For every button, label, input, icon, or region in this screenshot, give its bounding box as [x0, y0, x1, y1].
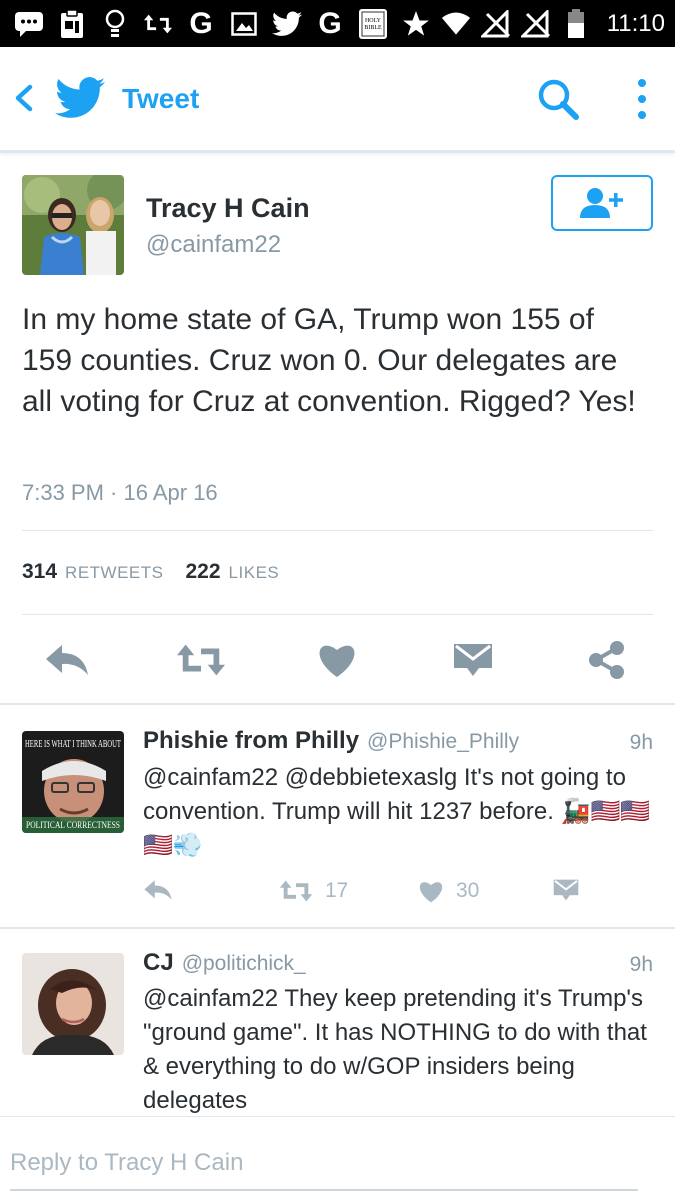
- retweet-icon: [176, 644, 226, 676]
- image-icon: [229, 9, 259, 39]
- twitter-logo-icon: [55, 77, 105, 119]
- likes-count[interactable]: 222: [186, 560, 221, 584]
- reply-author-name[interactable]: CJ: [143, 949, 174, 977]
- svg-text:HOLY: HOLY: [365, 18, 382, 24]
- message-icon: [14, 9, 44, 39]
- reply-avatar[interactable]: [22, 953, 124, 1055]
- like-button[interactable]: 30: [418, 879, 479, 903]
- reply-compose-bar: [0, 1116, 675, 1200]
- reply-header: Phishie from Philly @Phishie_Philly: [143, 727, 519, 755]
- tweet-stats: 314 RETWEETS 222 LIKES: [22, 560, 293, 584]
- author-handle[interactable]: @cainfam22: [146, 231, 281, 259]
- reply-icon: [144, 880, 172, 900]
- reply-age: 9h: [629, 953, 653, 976]
- overflow-menu-button[interactable]: [630, 77, 654, 121]
- no-signal-icon: [480, 9, 511, 39]
- tweet-timestamp: 7:33 PM · 16 Apr 16: [22, 480, 218, 505]
- input-underline: [10, 1189, 638, 1191]
- system-icons: 11:10: [441, 8, 665, 40]
- reply-text: @cainfam22 They keep pretending it's Tru…: [143, 985, 647, 1114]
- share-button[interactable]: [582, 635, 632, 685]
- retweets-label[interactable]: RETWEETS: [65, 563, 163, 583]
- more-vertical-icon: [638, 79, 646, 119]
- add-user-icon: [580, 188, 623, 218]
- share-icon: [589, 641, 624, 679]
- twitter-icon: [272, 9, 302, 39]
- reply-input[interactable]: [10, 1143, 650, 1183]
- divider: [0, 703, 675, 705]
- no-signal-icon: [520, 9, 551, 39]
- divider: [0, 927, 675, 929]
- reply-author-handle[interactable]: @politichick_: [182, 952, 306, 976]
- reply-header: CJ @politichick_: [143, 949, 306, 977]
- retweets-count[interactable]: 314: [22, 560, 57, 584]
- like-count: 30: [456, 879, 480, 902]
- back-button[interactable]: [12, 83, 36, 113]
- follow-button[interactable]: [551, 175, 653, 231]
- tweet-actions: [0, 635, 675, 705]
- retweet-icon: [279, 880, 313, 902]
- reply-avatar[interactable]: HERE IS WHAT I THINK ABOUT POLITICAL COR…: [22, 731, 124, 833]
- search-icon: [538, 79, 579, 120]
- bible-icon: HOLY BIBLE: [358, 9, 388, 39]
- reply-button[interactable]: [143, 879, 173, 901]
- svg-text:BIBLE: BIBLE: [364, 25, 382, 31]
- divider: [22, 530, 653, 531]
- like-button[interactable]: [312, 635, 362, 685]
- divider: [22, 614, 653, 615]
- likes-label[interactable]: LIKES: [229, 563, 280, 583]
- heart-icon: [419, 881, 443, 902]
- reply-actions: 17 30: [143, 879, 653, 909]
- retweet-button[interactable]: [176, 635, 226, 685]
- battery-icon: [561, 9, 591, 39]
- retweet-button[interactable]: 17: [279, 879, 348, 903]
- author-name[interactable]: Tracy H Cain: [146, 193, 310, 224]
- status-bar: G G HOLY BIBLE 11:10: [0, 0, 675, 47]
- reply-icon: [46, 645, 88, 675]
- search-button[interactable]: [536, 77, 580, 121]
- direct-message-button[interactable]: [448, 635, 498, 685]
- heart-icon: [319, 645, 355, 677]
- clipboard-icon: [57, 9, 87, 39]
- star-icon: [401, 9, 431, 39]
- avatar-caption-bottom: POLITICAL CORRECTNESS: [26, 820, 120, 830]
- google-icon: G: [318, 7, 342, 40]
- envelope-icon: [454, 644, 492, 676]
- tweet-text: In my home state of GA, Trump won 155 of…: [22, 303, 636, 418]
- direct-message-button[interactable]: [553, 879, 579, 901]
- notification-icons: G G HOLY BIBLE: [14, 8, 431, 40]
- reply-button[interactable]: [42, 635, 92, 685]
- page-title: Tweet: [122, 83, 200, 114]
- avatar-caption-top: HERE IS WHAT I THINK ABOUT: [25, 738, 121, 750]
- google-icon: G: [189, 7, 213, 40]
- envelope-icon: [553, 879, 579, 901]
- app-bar: Tweet: [0, 47, 675, 153]
- reply-author-name[interactable]: Phishie from Philly: [143, 727, 359, 755]
- retweet-icon: [143, 9, 173, 39]
- author-avatar[interactable]: [22, 175, 124, 275]
- retweet-count: 17: [325, 879, 349, 902]
- bulb-icon: [100, 9, 130, 39]
- reply-text: @cainfam22 @debbietexaslg It's not going…: [143, 764, 651, 859]
- chevron-left-icon: [15, 84, 33, 112]
- reply-author-handle[interactable]: @Phishie_Philly: [367, 730, 519, 754]
- wifi-icon: [441, 9, 471, 39]
- clock: 11:10: [606, 10, 665, 37]
- reply-age: 9h: [629, 731, 653, 754]
